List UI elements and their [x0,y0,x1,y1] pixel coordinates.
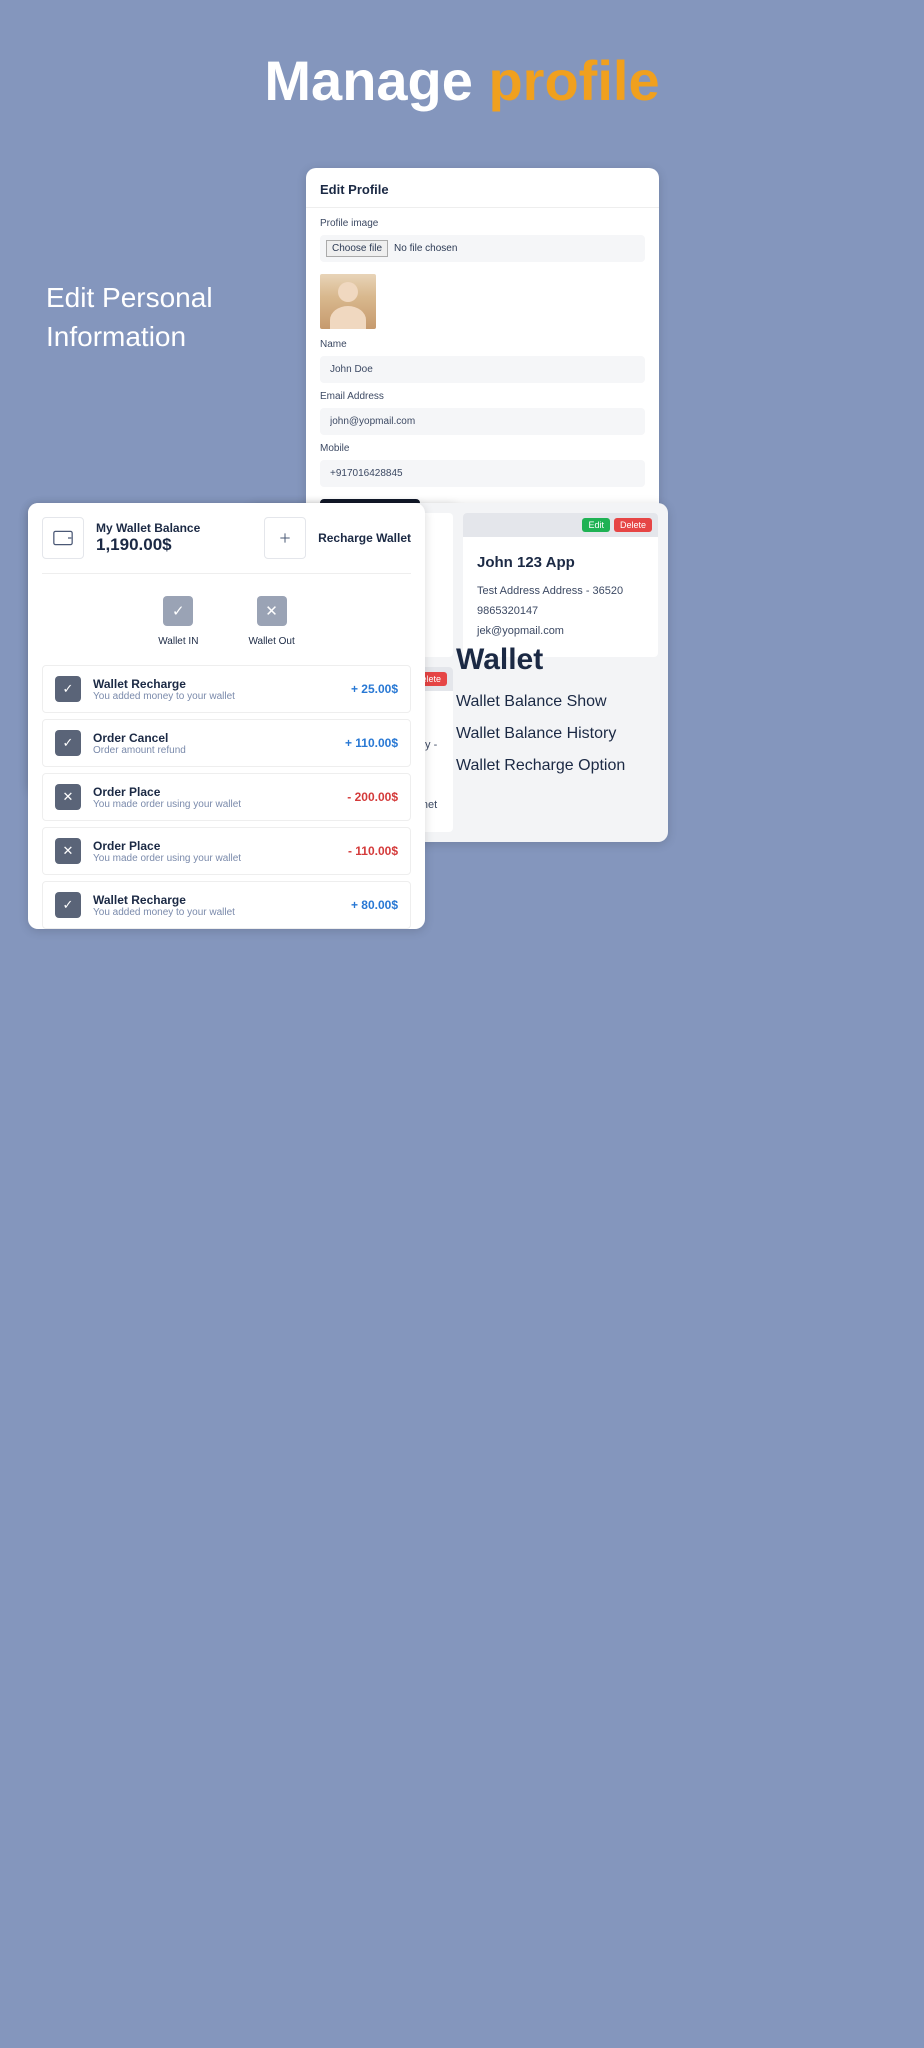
edit-profile-section-label: Edit Personal Information [46,278,266,356]
address-tile: Edit Delete John 123 App Test Address Ad… [463,513,658,657]
wallet-card: My Wallet Balance 1,190.00$ Recharge Wal… [28,503,425,929]
wallet-balance-value: 1,190.00$ [96,535,200,555]
profile-image-label: Profile image [320,218,645,229]
name-label: Name [320,339,645,350]
transaction-title: Order Place [93,839,336,853]
delete-button[interactable]: Delete [614,518,652,532]
address-phone: 9865320147 [477,602,644,622]
no-file-text: No file chosen [394,243,457,254]
transaction-title: Wallet Recharge [93,893,339,907]
transaction-amount: + 80.00$ [351,898,398,912]
transaction-row: ✕ Order Place You made order using your … [42,827,411,875]
transaction-title: Wallet Recharge [93,677,339,691]
transaction-row: ✓ Wallet Recharge You added money to you… [42,665,411,713]
transaction-row: ✓ Wallet Recharge You added money to you… [42,881,411,929]
address-body: John 123 App Test Address Address - 3652… [463,537,658,657]
wallet-side-item: Wallet Balance History [456,725,625,743]
check-icon: ✓ [55,730,81,756]
wallet-section-label: Wallet Wallet Balance Show Wallet Balanc… [456,643,625,789]
wallet-transaction-list: ✓ Wallet Recharge You added money to you… [42,665,411,929]
x-icon: ✕ [55,784,81,810]
transaction-amount: - 110.00$ [348,844,398,858]
transaction-sub: You made order using your wallet [93,853,336,864]
name-field[interactable] [320,356,645,383]
check-icon: ✓ [55,892,81,918]
address-name: John 123 App [477,549,644,576]
divider [306,207,659,208]
mobile-field[interactable] [320,460,645,487]
avatar [320,274,376,329]
x-icon: ✕ [55,838,81,864]
check-icon: ✓ [55,676,81,702]
transaction-amount: + 110.00$ [345,736,398,750]
email-label: Email Address [320,391,645,402]
page-title: Manage profile [0,0,924,113]
wallet-top-row: My Wallet Balance 1,190.00$ Recharge Wal… [42,517,411,574]
wallet-balance-label: My Wallet Balance [96,521,200,535]
wallet-side-item: Wallet Recharge Option [456,757,625,775]
edit-button[interactable]: Edit [582,518,610,532]
wallet-icon [42,517,84,559]
title-white: Manage [264,49,488,112]
x-icon: ✕ [257,596,287,626]
wallet-side-title: Wallet [456,643,625,677]
wallet-out-tab[interactable]: ✕ Wallet Out [248,596,294,647]
check-icon: ✓ [163,596,193,626]
transaction-title: Order Cancel [93,731,333,745]
transaction-amount: - 200.00$ [347,790,398,804]
edit-profile-heading: Edit Profile [320,182,645,207]
file-input-wrapper[interactable]: Choose file No file chosen [320,235,645,262]
label-line-2: Information [46,317,266,356]
address-email: jek@yopmail.com [477,622,644,642]
title-orange: profile [488,49,659,112]
wallet-out-label: Wallet Out [248,636,294,647]
transaction-row: ✓ Order Cancel Order amount refund + 110… [42,719,411,767]
transaction-amount: + 25.00$ [351,682,398,696]
choose-file-button[interactable]: Choose file [326,240,388,257]
recharge-wallet-button[interactable]: Recharge Wallet [264,517,411,559]
edit-profile-card: Edit Profile Profile image Choose file N… [306,168,659,547]
email-field[interactable] [320,408,645,435]
transaction-sub: You added money to your wallet [93,907,339,918]
wallet-side-item: Wallet Balance Show [456,693,625,711]
transaction-sub: Order amount refund [93,745,333,756]
label-line-1: Edit Personal [46,278,266,317]
transaction-sub: You made order using your wallet [93,799,335,810]
transaction-title: Order Place [93,785,335,799]
recharge-wallet-label: Recharge Wallet [318,531,411,545]
transaction-sub: You added money to your wallet [93,691,339,702]
mobile-label: Mobile [320,443,645,454]
wallet-in-label: Wallet IN [158,636,198,647]
wallet-in-tab[interactable]: ✓ Wallet IN [158,596,198,647]
wallet-tabs: ✓ Wallet IN ✕ Wallet Out [42,574,411,665]
plus-icon [264,517,306,559]
transaction-row: ✕ Order Place You made order using your … [42,773,411,821]
address-line: Test Address Address - 36520 [477,582,644,602]
address-action-bar: Edit Delete [463,513,658,537]
